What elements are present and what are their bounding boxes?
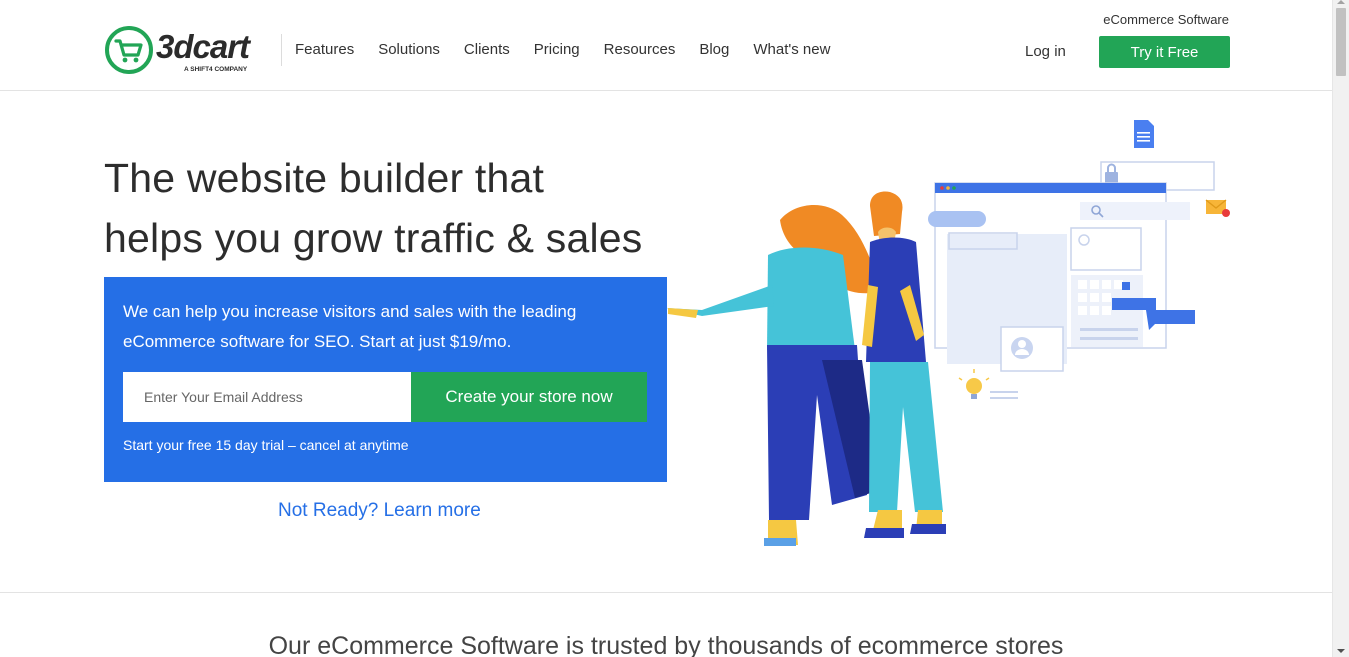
hero-title: The website builder that helps you grow …: [104, 148, 704, 268]
logo[interactable]: 3dcart A SHIFT4 COMPANY: [104, 26, 274, 76]
page-scrollbar[interactable]: [1332, 0, 1349, 657]
user-icon: [1011, 337, 1033, 359]
scroll-thumb[interactable]: [1336, 8, 1346, 76]
login-link[interactable]: Log in: [1025, 43, 1066, 60]
logo-text: 3dcart: [156, 28, 252, 65]
nav-solutions[interactable]: Solutions: [378, 41, 440, 59]
hero-illustration: [666, 120, 1230, 546]
nav-whats-new[interactable]: What's new: [753, 41, 830, 59]
signup-box: We can help you increase visitors and sa…: [104, 277, 667, 482]
nav-pricing[interactable]: Pricing: [534, 41, 580, 59]
logo-subtext: A SHIFT4 COMPANY: [184, 66, 248, 73]
site-header: 3dcart A SHIFT4 COMPANY Features Solutio…: [0, 0, 1332, 91]
section-divider: [0, 592, 1332, 593]
scroll-up-icon[interactable]: [1337, 0, 1345, 4]
learn-more-link[interactable]: Not Ready? Learn more: [278, 500, 481, 522]
hero-title-line2: helps you grow traffic & sales: [104, 215, 643, 261]
trusted-heading: Our eCommerce Software is trusted by tho…: [268, 632, 1064, 657]
document-icon: [1134, 120, 1154, 148]
mail-icon: [1205, 199, 1230, 217]
signup-description: We can help you increase visitors and sa…: [123, 302, 577, 351]
nav-resources[interactable]: Resources: [604, 41, 676, 59]
hero-title-line1: The website builder that: [104, 155, 545, 201]
scroll-down-icon[interactable]: [1337, 649, 1345, 653]
header-tagline[interactable]: eCommerce Software: [1103, 12, 1229, 27]
nav-clients[interactable]: Clients: [464, 41, 510, 59]
nav-blog[interactable]: Blog: [699, 41, 729, 59]
try-free-button[interactable]: Try it Free: [1099, 36, 1230, 68]
create-store-button[interactable]: Create your store now: [411, 372, 647, 422]
logo-divider: [281, 34, 282, 66]
trial-note: Start your free 15 day trial – cancel at…: [123, 437, 409, 453]
main-nav: Features Solutions Clients Pricing Resou…: [295, 41, 854, 59]
cart-icon: [105, 26, 153, 74]
nav-features[interactable]: Features: [295, 41, 354, 59]
email-input[interactable]: [123, 372, 411, 422]
lightbulb-icon: [958, 369, 1018, 399]
